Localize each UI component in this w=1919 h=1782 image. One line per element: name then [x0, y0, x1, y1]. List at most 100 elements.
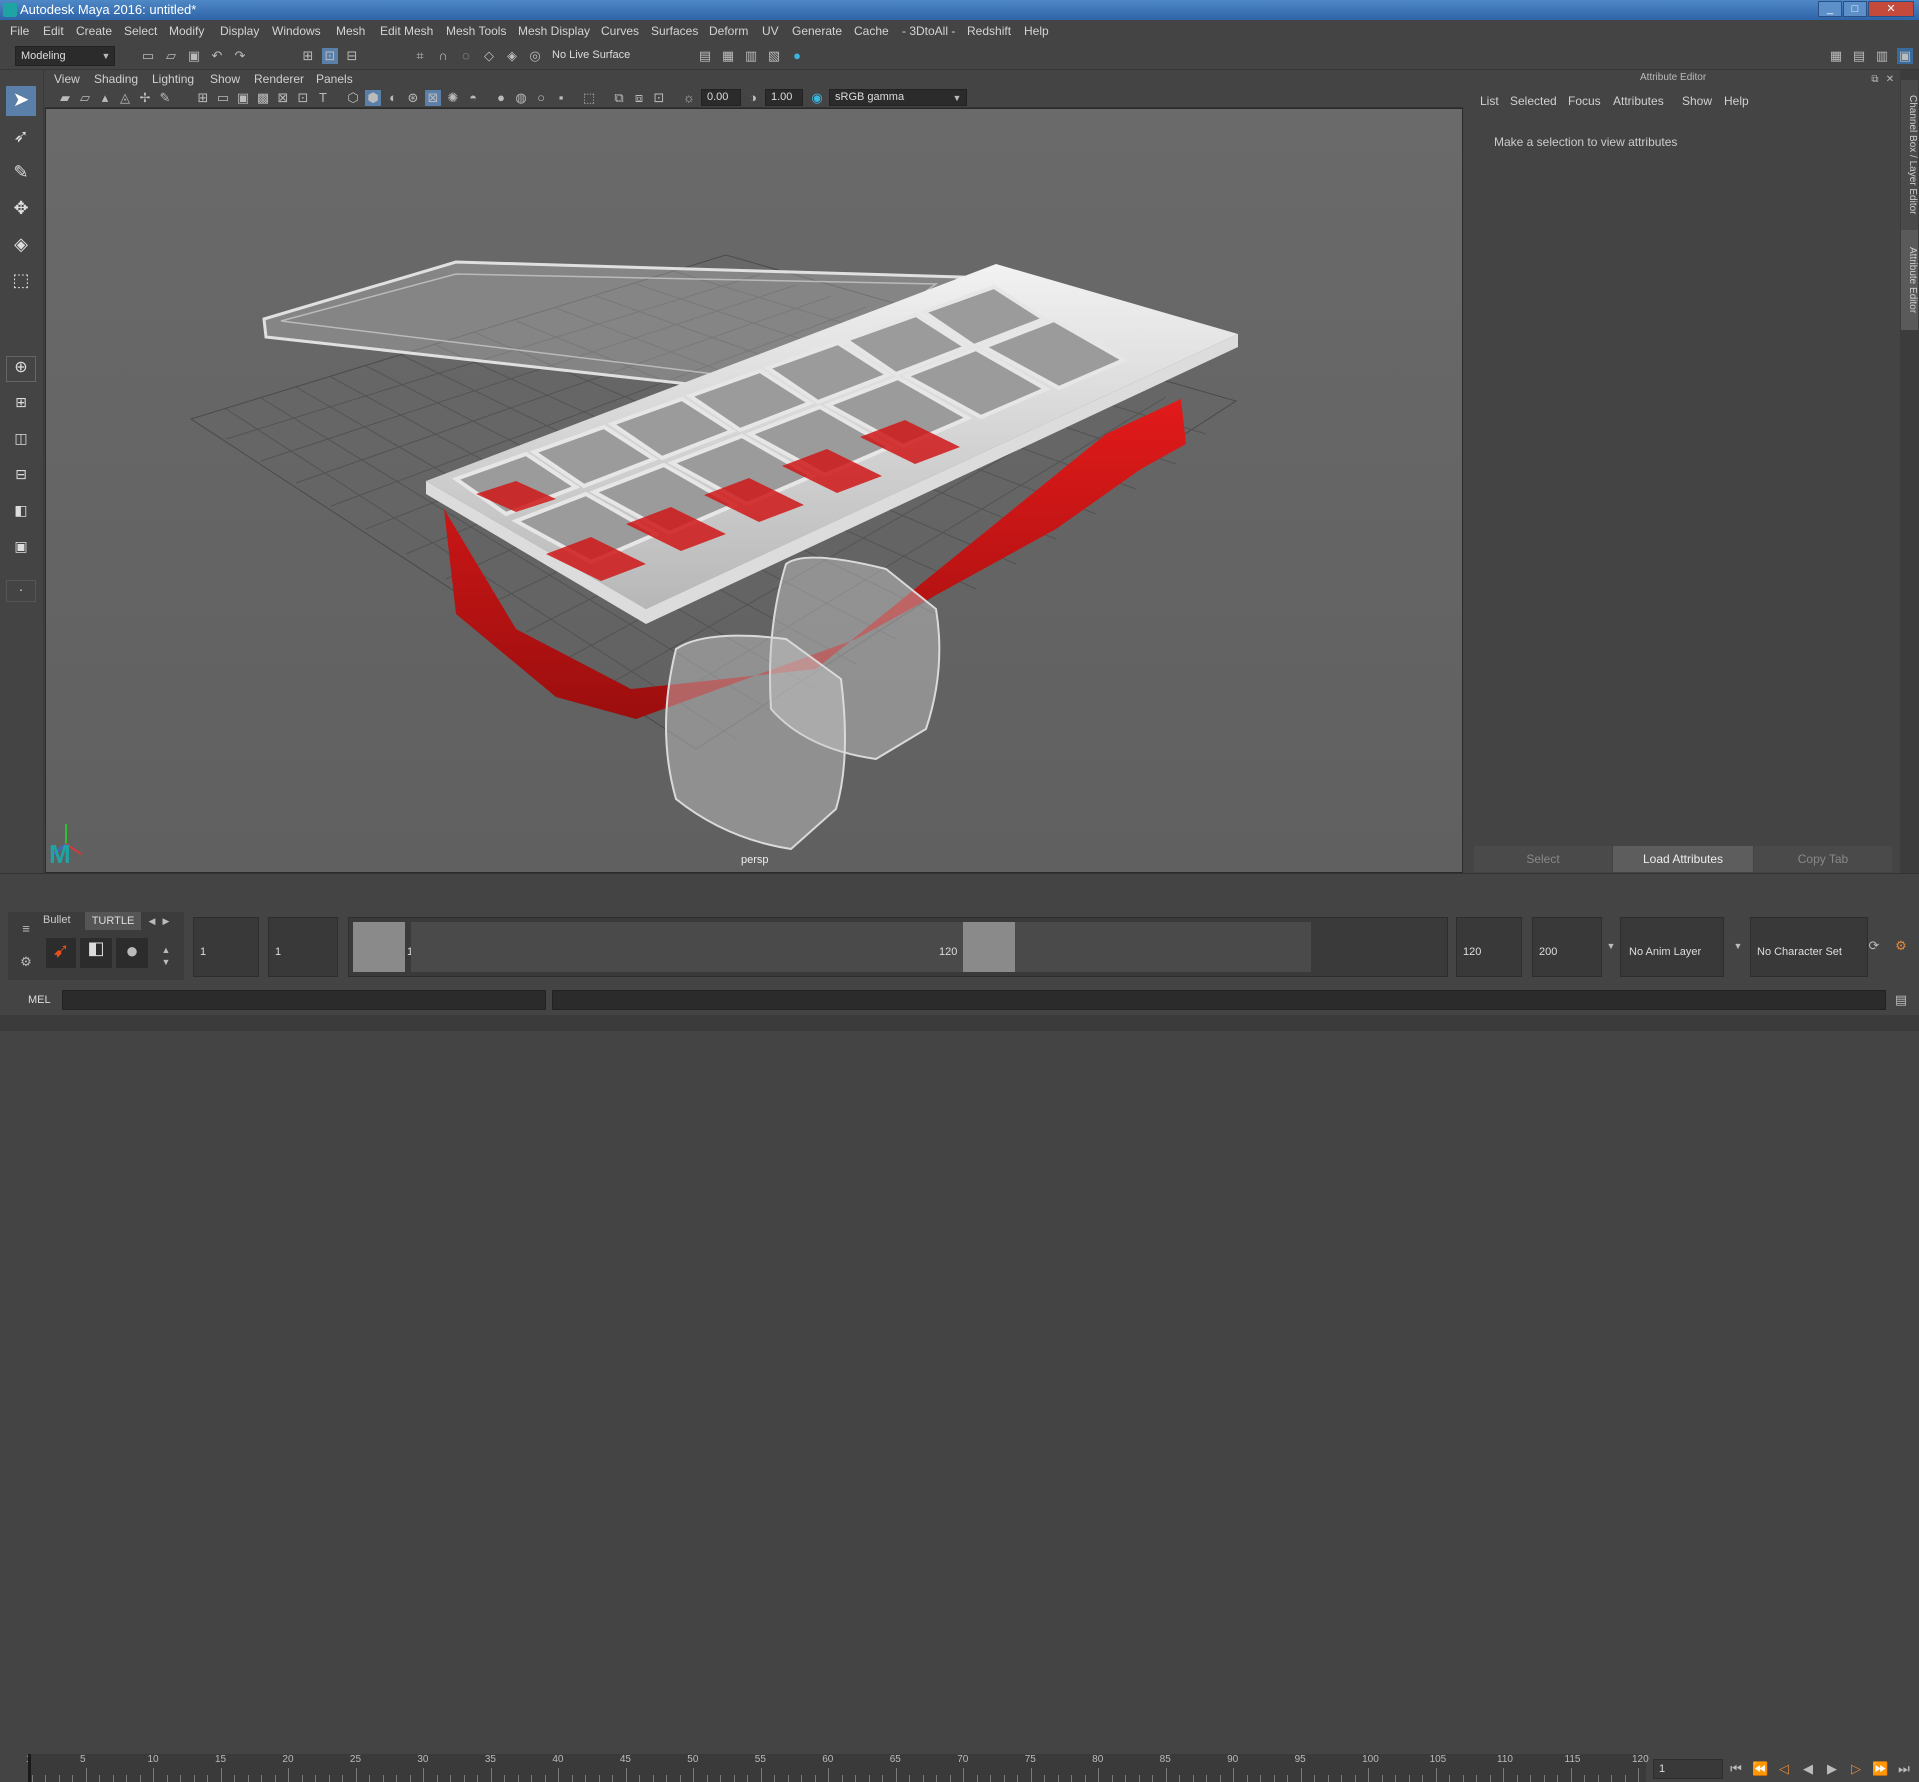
ae-menu-selected[interactable]: Selected: [1510, 94, 1557, 108]
safe-action-icon[interactable]: ⊡: [295, 90, 311, 106]
perspective-viewport[interactable]: M persp: [45, 108, 1463, 873]
ae-menu-help[interactable]: Help: [1724, 94, 1749, 108]
grid-toggle-icon[interactable]: ⊞: [195, 90, 211, 106]
load-attributes-button[interactable]: Load Attributes: [1613, 846, 1753, 872]
live-surface-field[interactable]: No Live Surface: [552, 49, 630, 61]
range-slider-bar[interactable]: [411, 922, 1311, 972]
shelf-menu-icon[interactable]: ≡: [18, 921, 34, 937]
rotate-tool-icon[interactable]: ◈: [6, 234, 36, 264]
xray-icon[interactable]: ⧉: [611, 90, 627, 106]
turtle-render-icon[interactable]: ➹: [46, 938, 76, 968]
current-time-marker[interactable]: [28, 1754, 31, 1782]
auto-key-icon[interactable]: ⟳: [1866, 938, 1882, 954]
safe-title-icon[interactable]: T: [315, 90, 331, 106]
scene-start-field[interactable]: 1: [193, 917, 259, 977]
turtle-sphere-icon[interactable]: ●: [116, 938, 148, 968]
scale-tool-icon[interactable]: ⬚: [6, 270, 36, 300]
select-hierarchy-icon[interactable]: ⊞: [300, 48, 316, 64]
prev-key-icon[interactable]: ◁: [1776, 1761, 1792, 1777]
shelf-tab-bullet[interactable]: Bullet: [43, 914, 71, 930]
vp-menu-renderer[interactable]: Renderer: [254, 72, 304, 86]
command-input[interactable]: [62, 990, 546, 1010]
next-key-icon[interactable]: ▷: [1848, 1761, 1864, 1777]
menu-file[interactable]: File: [10, 24, 29, 38]
save-scene-icon[interactable]: ▣: [186, 48, 202, 64]
script-editor-icon[interactable]: ▤: [1893, 992, 1909, 1008]
render-view-icon[interactable]: ▤: [697, 48, 713, 64]
select-component-icon[interactable]: ⊟: [344, 48, 360, 64]
smooth-shade-icon[interactable]: ⬢: [365, 90, 381, 106]
range-slider-start-handle[interactable]: [353, 922, 405, 972]
menu-edit[interactable]: Edit: [43, 24, 64, 38]
step-forward-icon[interactable]: ⏩: [1872, 1761, 1888, 1777]
time-slider[interactable]: 1510152025303540455055606570758085909510…: [0, 873, 1919, 1782]
image-plane-icon[interactable]: ◬: [117, 90, 133, 106]
close-panel-icon[interactable]: ✕: [1882, 72, 1898, 88]
four-view-layout-icon[interactable]: ⊞: [6, 394, 36, 420]
color-space-dropdown[interactable]: sRGB gamma: [829, 89, 967, 106]
menu-select[interactable]: Select: [124, 24, 157, 38]
lights-icon[interactable]: ✺: [445, 90, 461, 106]
shelf-tab-turtle[interactable]: TURTLE: [85, 912, 141, 930]
minimize-button[interactable]: _: [1818, 1, 1842, 17]
command-language-label[interactable]: MEL: [28, 994, 51, 1006]
menu-edit-mesh[interactable]: Edit Mesh: [380, 24, 433, 38]
hypershade-icon[interactable]: ●: [789, 48, 805, 64]
vp-menu-show[interactable]: Show: [210, 72, 240, 86]
range-slider-end-handle[interactable]: [963, 922, 1015, 972]
ipr-render-icon[interactable]: ▥: [743, 48, 759, 64]
shelf-scroll-right-icon[interactable]: ▶: [158, 913, 174, 929]
channel-box-tab[interactable]: Channel Box / Layer Editor: [1901, 80, 1918, 230]
animation-preferences-icon[interactable]: ⚙: [1893, 938, 1909, 954]
render-settings-icon[interactable]: ▧: [766, 48, 782, 64]
scene-end-field[interactable]: 200: [1532, 917, 1602, 977]
single-perspective-layout-icon[interactable]: ⊕: [6, 356, 36, 382]
shadows-icon[interactable]: ◓: [465, 90, 481, 106]
menu-mesh-display[interactable]: Mesh Display: [518, 24, 590, 38]
xray-joints-icon[interactable]: ⧈: [631, 90, 647, 106]
undo-icon[interactable]: ↶: [209, 48, 225, 64]
snap-live-icon[interactable]: ◎: [527, 48, 543, 64]
color-management-icon[interactable]: ◉: [809, 90, 825, 106]
paint-select-icon[interactable]: ✎: [6, 162, 36, 192]
camera-icon[interactable]: ▰: [57, 90, 73, 106]
menu-windows[interactable]: Windows: [272, 24, 321, 38]
layout-more-icon[interactable]: ·: [6, 580, 36, 602]
use-default-material-icon[interactable]: ◐: [385, 90, 401, 106]
wireframe-icon[interactable]: ⬡: [345, 90, 361, 106]
exposure-icon[interactable]: ☼: [681, 90, 697, 106]
move-tool-icon[interactable]: ✥: [6, 198, 36, 228]
redo-icon[interactable]: ↷: [232, 48, 248, 64]
screen-space-ao-icon[interactable]: ●: [493, 90, 509, 106]
range-slider-track[interactable]: 1 120: [348, 917, 1448, 977]
xray-components-icon[interactable]: ⊡: [651, 90, 667, 106]
go-to-start-icon[interactable]: ⏮: [1728, 1761, 1744, 1777]
close-button[interactable]: ✕: [1868, 1, 1914, 17]
grease-pencil-icon[interactable]: ✎: [157, 90, 173, 106]
menu-display[interactable]: Display: [220, 24, 259, 38]
menu-surfaces[interactable]: Surfaces: [651, 24, 698, 38]
film-gate-icon[interactable]: ▭: [215, 90, 231, 106]
hypershade-layout-icon[interactable]: ▣: [6, 538, 36, 564]
lasso-tool-icon[interactable]: ➶: [6, 126, 36, 156]
snap-plane-icon[interactable]: ◇: [481, 48, 497, 64]
menu-cache[interactable]: Cache: [854, 24, 889, 38]
ae-menu-attributes[interactable]: Attributes: [1613, 94, 1664, 108]
vp-menu-view[interactable]: View: [54, 72, 80, 86]
step-back-icon[interactable]: ⏪: [1752, 1761, 1768, 1777]
tool-settings-icon[interactable]: ▥: [1874, 48, 1890, 64]
select-tool-icon[interactable]: ➤: [6, 86, 36, 116]
shelf-settings-icon[interactable]: ⚙: [18, 954, 34, 970]
menu-deform[interactable]: Deform: [709, 24, 748, 38]
channel-box-toggle-icon[interactable]: ▣: [1897, 48, 1913, 64]
shelf-scroll-down-icon[interactable]: ▼: [158, 954, 174, 970]
motion-blur-icon[interactable]: ◍: [513, 90, 529, 106]
2d-pan-icon[interactable]: ✢: [137, 90, 153, 106]
ae-menu-list[interactable]: List: [1480, 94, 1499, 108]
persp-outliner-layout-icon[interactable]: ◫: [6, 430, 36, 456]
render-frame-icon[interactable]: ▦: [720, 48, 736, 64]
play-backward-icon[interactable]: ◀: [1800, 1761, 1816, 1777]
playback-end-field[interactable]: 120: [1456, 917, 1522, 977]
wireframe-on-shaded-icon[interactable]: ⊛: [405, 90, 421, 106]
menu-create[interactable]: Create: [76, 24, 112, 38]
